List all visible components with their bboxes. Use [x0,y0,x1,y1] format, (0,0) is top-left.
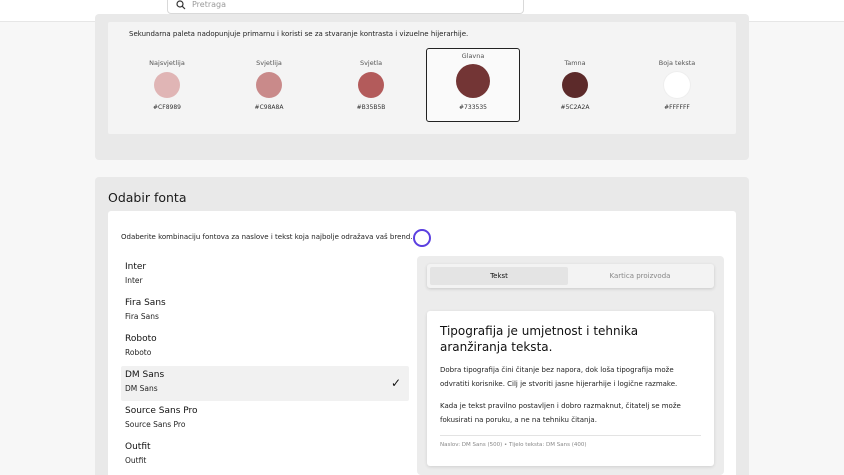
font-subname: Outfit [125,456,147,465]
swatch-hex: #C98A8A [254,104,284,111]
swatch-label: Svjetlija [256,59,282,67]
typography-preview-card: Tipografija je umjetnost i tehnika aranž… [427,311,714,466]
swatch-najsvjetlija[interactable]: Najsvjetlija #CF8989 [120,56,214,126]
tab-kartica-proizvoda[interactable]: Kartica proizvoda [570,267,710,285]
swatch-label: Boja teksta [658,59,696,67]
color-circle [154,72,180,98]
swatch-label: Tamna [564,59,586,67]
secondary-palette-card: Sekundarna paleta nadopunjuje primarnu i… [108,22,736,134]
swatch-boja-teksta[interactable]: Boja teksta #FFFFFF [630,56,724,126]
search-icon [176,0,186,14]
color-circle [562,72,588,98]
font-subname: Fira Sans [125,312,159,321]
font-option-outfit[interactable]: Outfit Outfit [121,438,409,473]
font-subname: Inter [125,276,143,285]
swatch-hex: #5C2A2A [560,104,590,111]
font-name: Outfit [125,442,151,452]
font-option-source-sans-pro[interactable]: Source Sans Pro Source Sans Pro [121,402,409,437]
color-circle [456,64,490,98]
tab-tekst[interactable]: Tekst [430,267,568,285]
preview-font-meta: Naslov: DM Sans (500) • Tijelo teksta: D… [440,442,587,448]
font-subname: Source Sans Pro [125,420,186,429]
swatch-hex: #CF8989 [153,104,181,111]
preview-paragraph: Dobra tipografija čini čitanje bez napor… [440,366,678,388]
swatch-label: Glavna [461,52,485,60]
font-name: Source Sans Pro [125,406,198,416]
font-option-fira-sans[interactable]: Fira Sans Fira Sans [121,294,409,329]
swatch-tamna[interactable]: Tamna #5C2A2A [528,56,622,126]
cursor-indicator [413,229,431,247]
font-name: Fira Sans [125,298,166,308]
swatch-hex: #B35B5B [356,104,386,111]
font-option-inter[interactable]: Inter Inter [121,258,409,293]
swatch-svjetlija[interactable]: Svjetlija #C98A8A [222,56,316,126]
font-option-roboto[interactable]: Roboto Roboto [121,330,409,365]
color-circle [256,72,282,98]
section-title: Odabir fonta [108,190,187,205]
font-name: Inter [125,262,147,272]
swatch-hex: #733535 [459,104,487,111]
preview-paragraph: Kada je tekst pravilno postavljen i dobr… [440,402,681,424]
color-circle [664,72,690,98]
font-subname: Roboto [125,348,152,357]
swatch-label: Svjetla [359,59,383,67]
font-description: Odaberite kombinaciju fontova za naslove… [121,233,413,241]
font-option-dm-sans[interactable]: DM Sans DM Sans ✓ [121,366,409,401]
search-input[interactable] [192,0,512,9]
palette-description: Sekundarna paleta nadopunjuje primarnu i… [129,30,469,38]
swatch-svjetla[interactable]: Svjetla #B35B5B [324,56,418,126]
preview-tabs: Tekst Kartica proizvoda [427,264,714,288]
font-subname: DM Sans [125,384,158,393]
swatch-label: Najsvjetlija [149,59,185,67]
divider [440,435,701,436]
swatch-hex: #FFFFFF [664,104,690,111]
checkmark-icon: ✓ [390,376,401,390]
color-circle [358,72,384,98]
preview-heading: Tipografija je umjetnost i tehnika aranž… [440,324,639,354]
font-name: Roboto [125,334,157,344]
swatch-glavna[interactable]: Glavna #733535 [426,48,520,122]
search-box[interactable] [167,0,524,14]
font-name: DM Sans [125,370,165,380]
